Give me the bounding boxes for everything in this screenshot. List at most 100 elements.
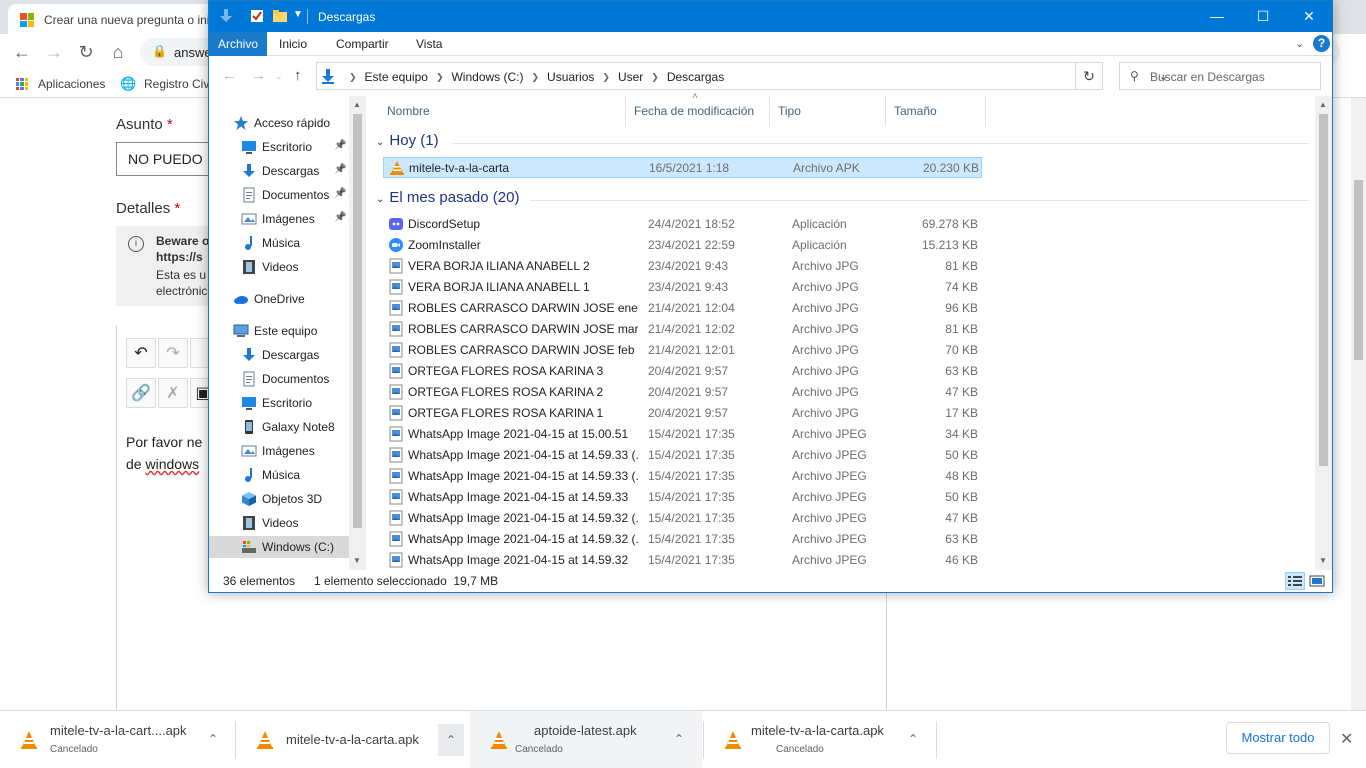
file-row[interactable]: ROBLES CARRASCO DARWIN JOSE mar 21/4/2021… — [383, 319, 982, 340]
nav-item[interactable]: Galaxy Note8 — [209, 416, 349, 438]
nav-item[interactable]: Documentos — [209, 368, 349, 390]
group-header[interactable]: ⌄ Hoy (1) — [376, 132, 439, 154]
nav-item[interactable]: Videos — [209, 256, 349, 278]
recent-locations-icon[interactable]: ⌄ — [275, 71, 283, 82]
nav-item[interactable]: Este equipo — [209, 320, 349, 342]
address-box[interactable]: ❯ Este equipo ❯ Windows (C:) ❯ Usuarios … — [316, 62, 1168, 90]
window-titlebar[interactable]: ▼ Descargas — ☐ ✕ — [209, 1, 1332, 32]
editor-text-line[interactable]: Por favor ne — [126, 434, 202, 450]
breadcrumb-item[interactable]: Windows (C:) — [451, 70, 523, 84]
file-row[interactable]: WhatsApp Image 2021-04-15 at 14.59.32 (.… — [383, 529, 982, 550]
nav-item[interactable]: Descargas — [209, 344, 349, 366]
download-item[interactable]: mitele-tv-a-la-carta.apk ⌃ — [236, 711, 468, 768]
file-row[interactable]: WhatsApp Image 2021-04-15 at 14.59.33 (.… — [383, 466, 982, 487]
tab-vista[interactable]: Vista — [407, 32, 451, 56]
file-row[interactable]: WhatsApp Image 2021-04-15 at 14.59.32 15/… — [383, 550, 982, 571]
bookmark-apps[interactable]: Aplicaciones — [38, 77, 105, 91]
back-arrow-icon[interactable]: ← — [222, 67, 237, 84]
nav-item[interactable]: Escritorio — [209, 392, 349, 414]
bookmark-registro[interactable]: Registro Civ — [144, 77, 209, 91]
column-header-size[interactable]: Tamaño — [886, 96, 986, 126]
maximize-icon[interactable]: ☐ — [1240, 1, 1286, 32]
file-row[interactable]: WhatsApp Image 2021-04-15 at 15.00.51 15/… — [383, 424, 982, 445]
scroll-down-icon[interactable]: ▼ — [1319, 556, 1327, 565]
page-scrollbar[interactable] — [1351, 98, 1366, 710]
chevron-down-icon[interactable]: ⌄ — [376, 194, 384, 205]
file-row[interactable]: ORTEGA FLORES ROSA KARINA 2 20/4/2021 9:5… — [383, 382, 982, 403]
file-row[interactable]: mitele-tv-a-la-carta 16/5/2021 1:18 Archiv… — [383, 157, 982, 178]
tab-compartir[interactable]: Compartir — [327, 32, 398, 56]
chevron-up-icon[interactable]: ⌃ — [672, 732, 686, 746]
nav-scrollbar[interactable]: ▲ ▼ — [349, 96, 366, 570]
pin-icon[interactable]: 📌 — [334, 188, 346, 199]
nav-scrollbar-thumb[interactable] — [353, 114, 362, 528]
close-window-icon[interactable]: ✕ — [1286, 1, 1332, 32]
nav-item[interactable]: Música — [209, 232, 349, 254]
file-row[interactable]: ORTEGA FLORES ROSA KARINA 3 20/4/2021 9:5… — [383, 361, 982, 382]
back-arrow-icon[interactable]: ← — [10, 41, 34, 63]
nav-item[interactable]: Escritorio 📌 — [209, 136, 349, 158]
browser-tab[interactable]: Crear una nueva pregunta o ini — [8, 4, 218, 34]
chevron-down-icon[interactable]: ⌄ — [376, 137, 384, 148]
refresh-icon[interactable]: ↻ — [1076, 62, 1103, 90]
tab-inicio[interactable]: Inicio — [270, 32, 316, 56]
nav-item[interactable]: Descargas 📌 — [209, 160, 349, 182]
group-header[interactable]: ⌄ El mes pasado (20) — [376, 189, 519, 211]
file-row[interactable]: ORTEGA FLORES ROSA KARINA 1 20/4/2021 9:5… — [383, 403, 982, 424]
search-input[interactable]: ⚲ Buscar en Descargas — [1119, 62, 1321, 90]
nav-item[interactable]: Videos — [209, 512, 349, 534]
page-scrollbar-thumb[interactable] — [1354, 180, 1363, 360]
nav-item[interactable]: Documentos 📌 — [209, 184, 349, 206]
tab-archivo[interactable]: Archivo — [209, 32, 268, 56]
nav-item[interactable]: Música — [209, 464, 349, 486]
asunto-input[interactable]: NO PUEDO — [116, 142, 216, 176]
breadcrumb-item[interactable]: User — [618, 70, 643, 84]
breadcrumb-item[interactable]: Este equipo — [365, 70, 428, 84]
home-icon[interactable]: ⌂ — [106, 41, 130, 63]
pin-icon[interactable]: 📌 — [334, 140, 346, 151]
chevron-up-icon[interactable]: ⌃ — [906, 732, 920, 746]
nav-item[interactable]: Windows (C:) — [209, 536, 349, 558]
unlink-icon[interactable]: ✗ — [158, 378, 188, 408]
pin-icon[interactable]: 📌 — [334, 212, 346, 223]
customize-toolbar-icon[interactable]: ▼ — [293, 9, 303, 20]
file-row[interactable]: VERA BORJA ILIANA ANABELL 2 23/4/2021 9:4… — [383, 256, 982, 277]
column-header-name[interactable]: Nombre — [366, 96, 626, 126]
file-row[interactable]: WhatsApp Image 2021-04-15 at 14.59.33 15/… — [383, 487, 982, 508]
details-view-icon[interactable] — [1285, 572, 1305, 590]
new-folder-icon[interactable] — [272, 8, 288, 24]
nav-item[interactable]: Imágenes 📌 — [209, 208, 349, 230]
help-icon[interactable]: ? — [1313, 35, 1330, 52]
nav-item[interactable]: OneDrive — [209, 288, 349, 310]
show-all-button[interactable]: Mostrar todo — [1226, 722, 1330, 754]
redo-icon[interactable]: ↷ — [158, 338, 188, 368]
file-row[interactable]: DiscordSetup 24/4/2021 18:52 Aplicación 69.… — [383, 214, 982, 235]
up-arrow-icon[interactable]: ↑ — [294, 67, 302, 84]
file-row[interactable]: VERA BORJA ILIANA ANABELL 1 23/4/2021 9:4… — [383, 277, 982, 298]
large-icons-view-icon[interactable] — [1307, 572, 1327, 590]
nav-item[interactable]: Objetos 3D — [209, 488, 349, 510]
reload-icon[interactable]: ↻ — [74, 41, 98, 63]
pin-icon[interactable]: 📌 — [334, 164, 346, 175]
properties-icon[interactable] — [249, 8, 265, 24]
nav-item[interactable]: Acceso rápido — [209, 112, 349, 134]
chevron-up-icon[interactable]: ⌃ — [438, 724, 464, 756]
file-list-scrollbar-thumb[interactable] — [1319, 114, 1328, 466]
scroll-down-icon[interactable]: ▼ — [353, 556, 361, 565]
expand-ribbon-icon[interactable]: ⌄ — [1295, 37, 1304, 50]
editor-text-line[interactable]: de windows — [126, 456, 199, 472]
forward-arrow-icon[interactable]: → — [42, 41, 66, 63]
minimize-icon[interactable]: — — [1194, 1, 1240, 32]
file-row[interactable]: ZoomInstaller 23/4/2021 22:59 Aplicación 15… — [383, 235, 982, 256]
nav-item[interactable]: Imágenes — [209, 440, 349, 462]
file-row[interactable]: ROBLES CARRASCO DARWIN JOSE ene 21/4/2021… — [383, 298, 982, 319]
file-row[interactable]: ROBLES CARRASCO DARWIN JOSE feb 21/4/2021… — [383, 340, 982, 361]
column-header-date[interactable]: Fecha de modificación — [626, 91, 770, 126]
scroll-up-icon[interactable]: ▲ — [353, 100, 361, 109]
download-item[interactable]: aptoide-latest.apk Cancelado ⌃ — [470, 711, 702, 768]
download-item[interactable]: mitele-tv-a-la-cart....apk Cancelado ⌃ — [0, 711, 234, 768]
link-icon[interactable]: 🔗 — [126, 378, 156, 408]
download-item[interactable]: mitele-tv-a-la-carta.apk Cancelado ⌃ — [704, 711, 936, 768]
file-list-scrollbar[interactable]: ▲ ▼ — [1315, 96, 1332, 570]
column-header-type[interactable]: Tipo — [770, 96, 886, 126]
